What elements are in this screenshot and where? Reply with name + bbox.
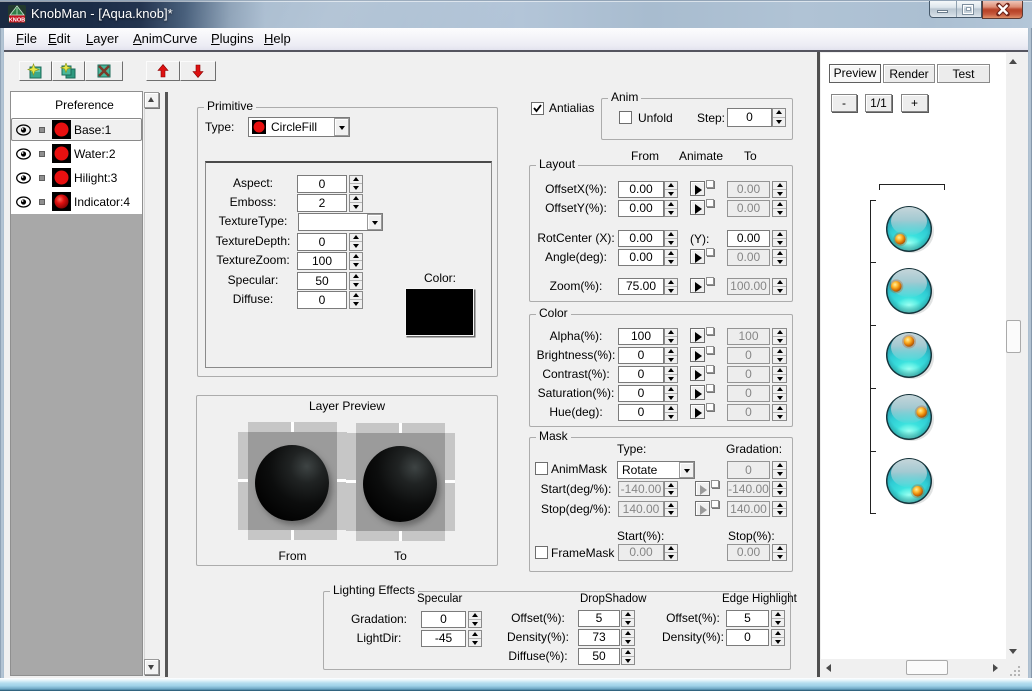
svg-text:KNOB: KNOB: [9, 17, 25, 23]
